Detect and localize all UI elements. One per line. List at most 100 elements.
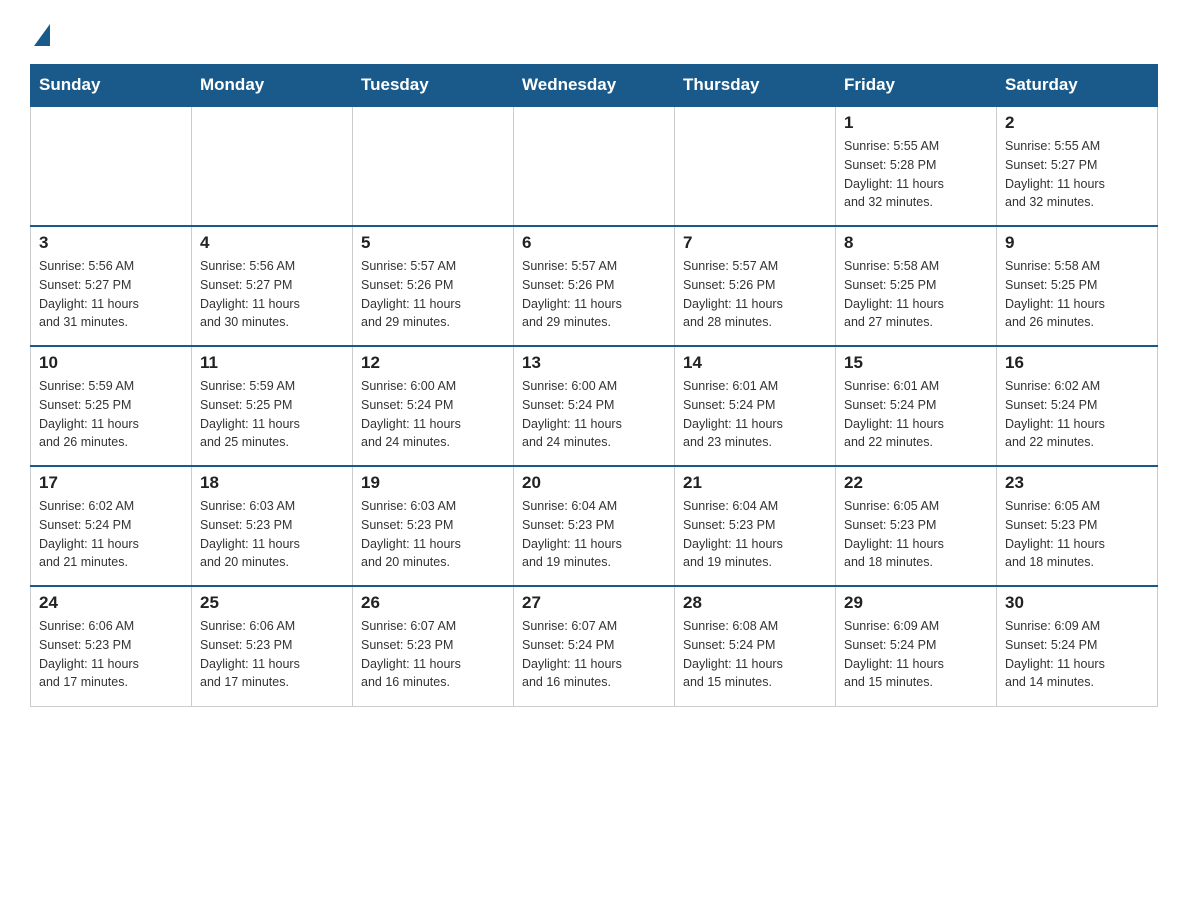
calendar-cell: 8 Sunrise: 5:58 AM Sunset: 5:25 PM Daylig… — [836, 226, 997, 346]
calendar-cell — [514, 106, 675, 226]
day-number: 23 — [1005, 473, 1149, 493]
day-info: Sunrise: 6:07 AM Sunset: 5:23 PM Dayligh… — [361, 617, 505, 692]
day-number: 4 — [200, 233, 344, 253]
day-info: Sunrise: 6:01 AM Sunset: 5:24 PM Dayligh… — [683, 377, 827, 452]
day-number: 8 — [844, 233, 988, 253]
calendar-cell: 16 Sunrise: 6:02 AM Sunset: 5:24 PM Dayli… — [997, 346, 1158, 466]
weekday-header-monday: Monday — [192, 65, 353, 107]
day-number: 7 — [683, 233, 827, 253]
day-info: Sunrise: 6:06 AM Sunset: 5:23 PM Dayligh… — [200, 617, 344, 692]
day-info: Sunrise: 5:56 AM Sunset: 5:27 PM Dayligh… — [39, 257, 183, 332]
day-info: Sunrise: 6:02 AM Sunset: 5:24 PM Dayligh… — [1005, 377, 1149, 452]
day-number: 19 — [361, 473, 505, 493]
calendar-table: SundayMondayTuesdayWednesdayThursdayFrid… — [30, 64, 1158, 707]
calendar-cell: 15Sunrise: 6:01 AM Sunset: 5:24 PM Dayli… — [836, 346, 997, 466]
logo-triangle-icon — [34, 24, 50, 46]
calendar-cell: 4 Sunrise: 5:56 AM Sunset: 5:27 PM Daylig… — [192, 226, 353, 346]
calendar-cell: 6Sunrise: 5:57 AM Sunset: 5:26 PM Daylig… — [514, 226, 675, 346]
day-info: Sunrise: 6:01 AM Sunset: 5:24 PM Dayligh… — [844, 377, 988, 452]
day-number: 18 — [200, 473, 344, 493]
day-info: Sunrise: 5:55 AM Sunset: 5:27 PM Dayligh… — [1005, 137, 1149, 212]
day-info: Sunrise: 6:03 AM Sunset: 5:23 PM Dayligh… — [200, 497, 344, 572]
calendar-cell: 22 Sunrise: 6:05 AM Sunset: 5:23 PM Dayli… — [836, 466, 997, 586]
calendar-cell: 2 Sunrise: 5:55 AM Sunset: 5:27 PM Daylig… — [997, 106, 1158, 226]
calendar-cell: 20 Sunrise: 6:04 AM Sunset: 5:23 PM Dayli… — [514, 466, 675, 586]
day-number: 21 — [683, 473, 827, 493]
day-number: 5 — [361, 233, 505, 253]
day-info: Sunrise: 6:08 AM Sunset: 5:24 PM Dayligh… — [683, 617, 827, 692]
day-number: 12 — [361, 353, 505, 373]
day-info: Sunrise: 6:09 AM Sunset: 5:24 PM Dayligh… — [844, 617, 988, 692]
weekday-header-sunday: Sunday — [31, 65, 192, 107]
calendar-cell: 12 Sunrise: 6:00 AM Sunset: 5:24 PM Dayli… — [353, 346, 514, 466]
day-info: Sunrise: 5:56 AM Sunset: 5:27 PM Dayligh… — [200, 257, 344, 332]
calendar-cell — [353, 106, 514, 226]
calendar-cell: 21 Sunrise: 6:04 AM Sunset: 5:23 PM Dayli… — [675, 466, 836, 586]
calendar-cell: 7 Sunrise: 5:57 AM Sunset: 5:26 PM Daylig… — [675, 226, 836, 346]
day-number: 14 — [683, 353, 827, 373]
day-number: 11 — [200, 353, 344, 373]
day-number: 3 — [39, 233, 183, 253]
day-number: 1 — [844, 113, 988, 133]
day-number: 17 — [39, 473, 183, 493]
calendar-cell: 3 Sunrise: 5:56 AM Sunset: 5:27 PM Daylig… — [31, 226, 192, 346]
day-number: 6 — [522, 233, 666, 253]
calendar-cell — [192, 106, 353, 226]
calendar-cell — [31, 106, 192, 226]
calendar-cell: 18 Sunrise: 6:03 AM Sunset: 5:23 PM Dayli… — [192, 466, 353, 586]
day-info: Sunrise: 6:00 AM Sunset: 5:24 PM Dayligh… — [522, 377, 666, 452]
week-row-1: 1 Sunrise: 5:55 AM Sunset: 5:28 PM Daylig… — [31, 106, 1158, 226]
day-info: Sunrise: 6:04 AM Sunset: 5:23 PM Dayligh… — [522, 497, 666, 572]
day-number: 10 — [39, 353, 183, 373]
calendar-cell: 30 Sunrise: 6:09 AM Sunset: 5:24 PM Dayli… — [997, 586, 1158, 706]
day-info: Sunrise: 6:00 AM Sunset: 5:24 PM Dayligh… — [361, 377, 505, 452]
day-number: 9 — [1005, 233, 1149, 253]
day-number: 29 — [844, 593, 988, 613]
week-row-5: 24 Sunrise: 6:06 AM Sunset: 5:23 PM Dayli… — [31, 586, 1158, 706]
day-info: Sunrise: 5:58 AM Sunset: 5:25 PM Dayligh… — [844, 257, 988, 332]
day-info: Sunrise: 5:57 AM Sunset: 5:26 PM Dayligh… — [361, 257, 505, 332]
day-number: 16 — [1005, 353, 1149, 373]
day-info: Sunrise: 6:04 AM Sunset: 5:23 PM Dayligh… — [683, 497, 827, 572]
calendar-cell — [675, 106, 836, 226]
calendar-cell: 5 Sunrise: 5:57 AM Sunset: 5:26 PM Daylig… — [353, 226, 514, 346]
day-info: Sunrise: 5:55 AM Sunset: 5:28 PM Dayligh… — [844, 137, 988, 212]
logo — [30, 20, 50, 46]
calendar-cell: 25Sunrise: 6:06 AM Sunset: 5:23 PM Dayli… — [192, 586, 353, 706]
calendar-cell: 9 Sunrise: 5:58 AM Sunset: 5:25 PM Daylig… — [997, 226, 1158, 346]
weekday-header-friday: Friday — [836, 65, 997, 107]
day-number: 24 — [39, 593, 183, 613]
page-header — [30, 20, 1158, 46]
calendar-cell: 23 Sunrise: 6:05 AM Sunset: 5:23 PM Dayli… — [997, 466, 1158, 586]
day-info: Sunrise: 5:58 AM Sunset: 5:25 PM Dayligh… — [1005, 257, 1149, 332]
calendar-cell: 24 Sunrise: 6:06 AM Sunset: 5:23 PM Dayli… — [31, 586, 192, 706]
day-info: Sunrise: 6:09 AM Sunset: 5:24 PM Dayligh… — [1005, 617, 1149, 692]
day-info: Sunrise: 6:05 AM Sunset: 5:23 PM Dayligh… — [1005, 497, 1149, 572]
day-info: Sunrise: 5:59 AM Sunset: 5:25 PM Dayligh… — [39, 377, 183, 452]
day-info: Sunrise: 6:03 AM Sunset: 5:23 PM Dayligh… — [361, 497, 505, 572]
calendar-cell: 26Sunrise: 6:07 AM Sunset: 5:23 PM Dayli… — [353, 586, 514, 706]
week-row-4: 17 Sunrise: 6:02 AM Sunset: 5:24 PM Dayli… — [31, 466, 1158, 586]
day-number: 28 — [683, 593, 827, 613]
day-info: Sunrise: 6:05 AM Sunset: 5:23 PM Dayligh… — [844, 497, 988, 572]
day-number: 13 — [522, 353, 666, 373]
calendar-cell: 27 Sunrise: 6:07 AM Sunset: 5:24 PM Dayli… — [514, 586, 675, 706]
weekday-header-thursday: Thursday — [675, 65, 836, 107]
day-number: 30 — [1005, 593, 1149, 613]
week-row-2: 3 Sunrise: 5:56 AM Sunset: 5:27 PM Daylig… — [31, 226, 1158, 346]
day-number: 22 — [844, 473, 988, 493]
calendar-cell: 29 Sunrise: 6:09 AM Sunset: 5:24 PM Dayli… — [836, 586, 997, 706]
day-number: 27 — [522, 593, 666, 613]
day-info: Sunrise: 6:07 AM Sunset: 5:24 PM Dayligh… — [522, 617, 666, 692]
calendar-cell: 11 Sunrise: 5:59 AM Sunset: 5:25 PM Dayli… — [192, 346, 353, 466]
calendar-cell: 28 Sunrise: 6:08 AM Sunset: 5:24 PM Dayli… — [675, 586, 836, 706]
day-number: 2 — [1005, 113, 1149, 133]
weekday-header-wednesday: Wednesday — [514, 65, 675, 107]
day-info: Sunrise: 6:06 AM Sunset: 5:23 PM Dayligh… — [39, 617, 183, 692]
day-number: 20 — [522, 473, 666, 493]
day-info: Sunrise: 5:57 AM Sunset: 5:26 PM Dayligh… — [683, 257, 827, 332]
day-info: Sunrise: 5:59 AM Sunset: 5:25 PM Dayligh… — [200, 377, 344, 452]
day-info: Sunrise: 6:02 AM Sunset: 5:24 PM Dayligh… — [39, 497, 183, 572]
calendar-cell: 13 Sunrise: 6:00 AM Sunset: 5:24 PM Dayli… — [514, 346, 675, 466]
calendar-cell: 17 Sunrise: 6:02 AM Sunset: 5:24 PM Dayli… — [31, 466, 192, 586]
